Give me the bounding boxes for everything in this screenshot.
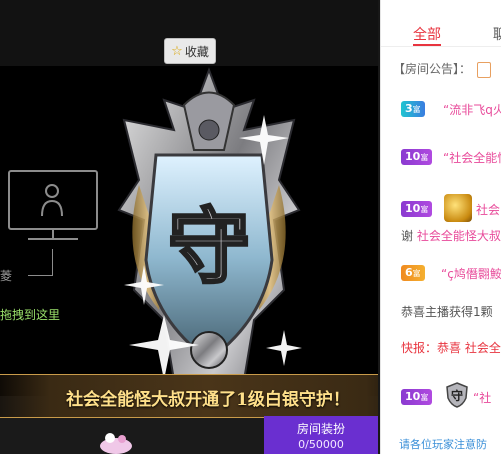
chat-message: 恭喜主播获得1颗 bbox=[381, 300, 501, 322]
chat-message: 谢 社会全能怪大叔 bbox=[381, 224, 501, 246]
chat-message: 10富 守 “社 bbox=[381, 382, 501, 408]
username-link[interactable]: 社会全能怪大叔 bbox=[417, 229, 501, 243]
safety-notice: 请各位玩家注意防 bbox=[399, 438, 487, 451]
chat-message: 6富 “ç鸠僭翾鮟 bbox=[381, 262, 501, 284]
thanks-text: 谢 社会全能怪大叔 bbox=[401, 229, 501, 243]
rich-level-badge: 10富 bbox=[401, 389, 433, 405]
chat-message: 10富 社会 bbox=[381, 194, 501, 222]
username-link[interactable]: “ç鸠僭翾鮟 bbox=[441, 265, 501, 282]
room-decor-progress: 0/50000 bbox=[298, 438, 344, 451]
favorite-label: 收藏 bbox=[184, 44, 209, 59]
tab-all[interactable]: 全部 bbox=[413, 24, 441, 44]
gift-icon[interactable] bbox=[96, 430, 136, 454]
guard-char: 守 bbox=[168, 199, 250, 295]
room-notice: 【房间公告】： bbox=[393, 60, 492, 78]
room-decor-button[interactable]: 房间装扮 0/50000 bbox=[264, 416, 378, 454]
clipped-label: 菱 bbox=[0, 269, 13, 283]
room-decor-title: 房间装扮 bbox=[296, 422, 345, 436]
flash-news: 快报：恭喜 社会全 bbox=[401, 341, 501, 355]
chat-message: 快报：恭喜 社会全 bbox=[381, 336, 501, 358]
rich-level-badge: 10富 bbox=[401, 149, 433, 165]
username-link[interactable]: 社会 bbox=[476, 201, 500, 218]
banner-text: 社会全能怪大叔开通了1级白银守护！ bbox=[66, 390, 350, 410]
live-stage: ☆ 收藏 菱 拖拽到这里 守 社会全能怪大叔开通了1级白银守护！ 房间装扮 0/… bbox=[0, 0, 378, 454]
monitor-icon bbox=[8, 170, 98, 240]
rich-level-badge: 3富 bbox=[401, 101, 425, 117]
username-link[interactable]: 社会全 bbox=[465, 341, 501, 355]
guard-shield-icon: 守 bbox=[446, 382, 468, 408]
star-icon: ☆ bbox=[171, 43, 183, 59]
drop-zone-bracket bbox=[28, 249, 53, 276]
username-link[interactable]: “流非飞q火 bbox=[443, 101, 501, 118]
chat-message: 3富 “流非飞q火 bbox=[381, 98, 501, 120]
rich-level-badge: 6富 bbox=[401, 265, 425, 281]
gold-gift-icon bbox=[444, 194, 472, 222]
chat-panel: 全部 聊 【房间公告】： 3富 “流非飞q火 10富 “社会全能怪 10富 社会… bbox=[380, 0, 501, 454]
drag-hint: 拖拽到这里 bbox=[0, 308, 61, 322]
system-message: 恭喜主播获得1颗 bbox=[401, 305, 493, 319]
notice-tag-icon bbox=[477, 61, 492, 78]
guard-announcement-banner: 社会全能怪大叔开通了1级白银守护！ bbox=[0, 374, 378, 418]
rich-level-badge: 10富 bbox=[401, 201, 433, 217]
svg-text:守: 守 bbox=[451, 388, 463, 403]
chat-tabs: 全部 聊 bbox=[381, 0, 501, 47]
notice-label: 【房间公告】： bbox=[393, 62, 472, 76]
active-tab-indicator bbox=[413, 44, 441, 46]
chat-message: 10富 “社会全能怪 bbox=[381, 146, 501, 168]
username-link[interactable]: “社 bbox=[473, 389, 491, 406]
person-icon bbox=[41, 184, 63, 217]
username-link[interactable]: “社会全能怪 bbox=[443, 149, 501, 166]
tab-chat[interactable]: 聊 bbox=[493, 24, 501, 44]
